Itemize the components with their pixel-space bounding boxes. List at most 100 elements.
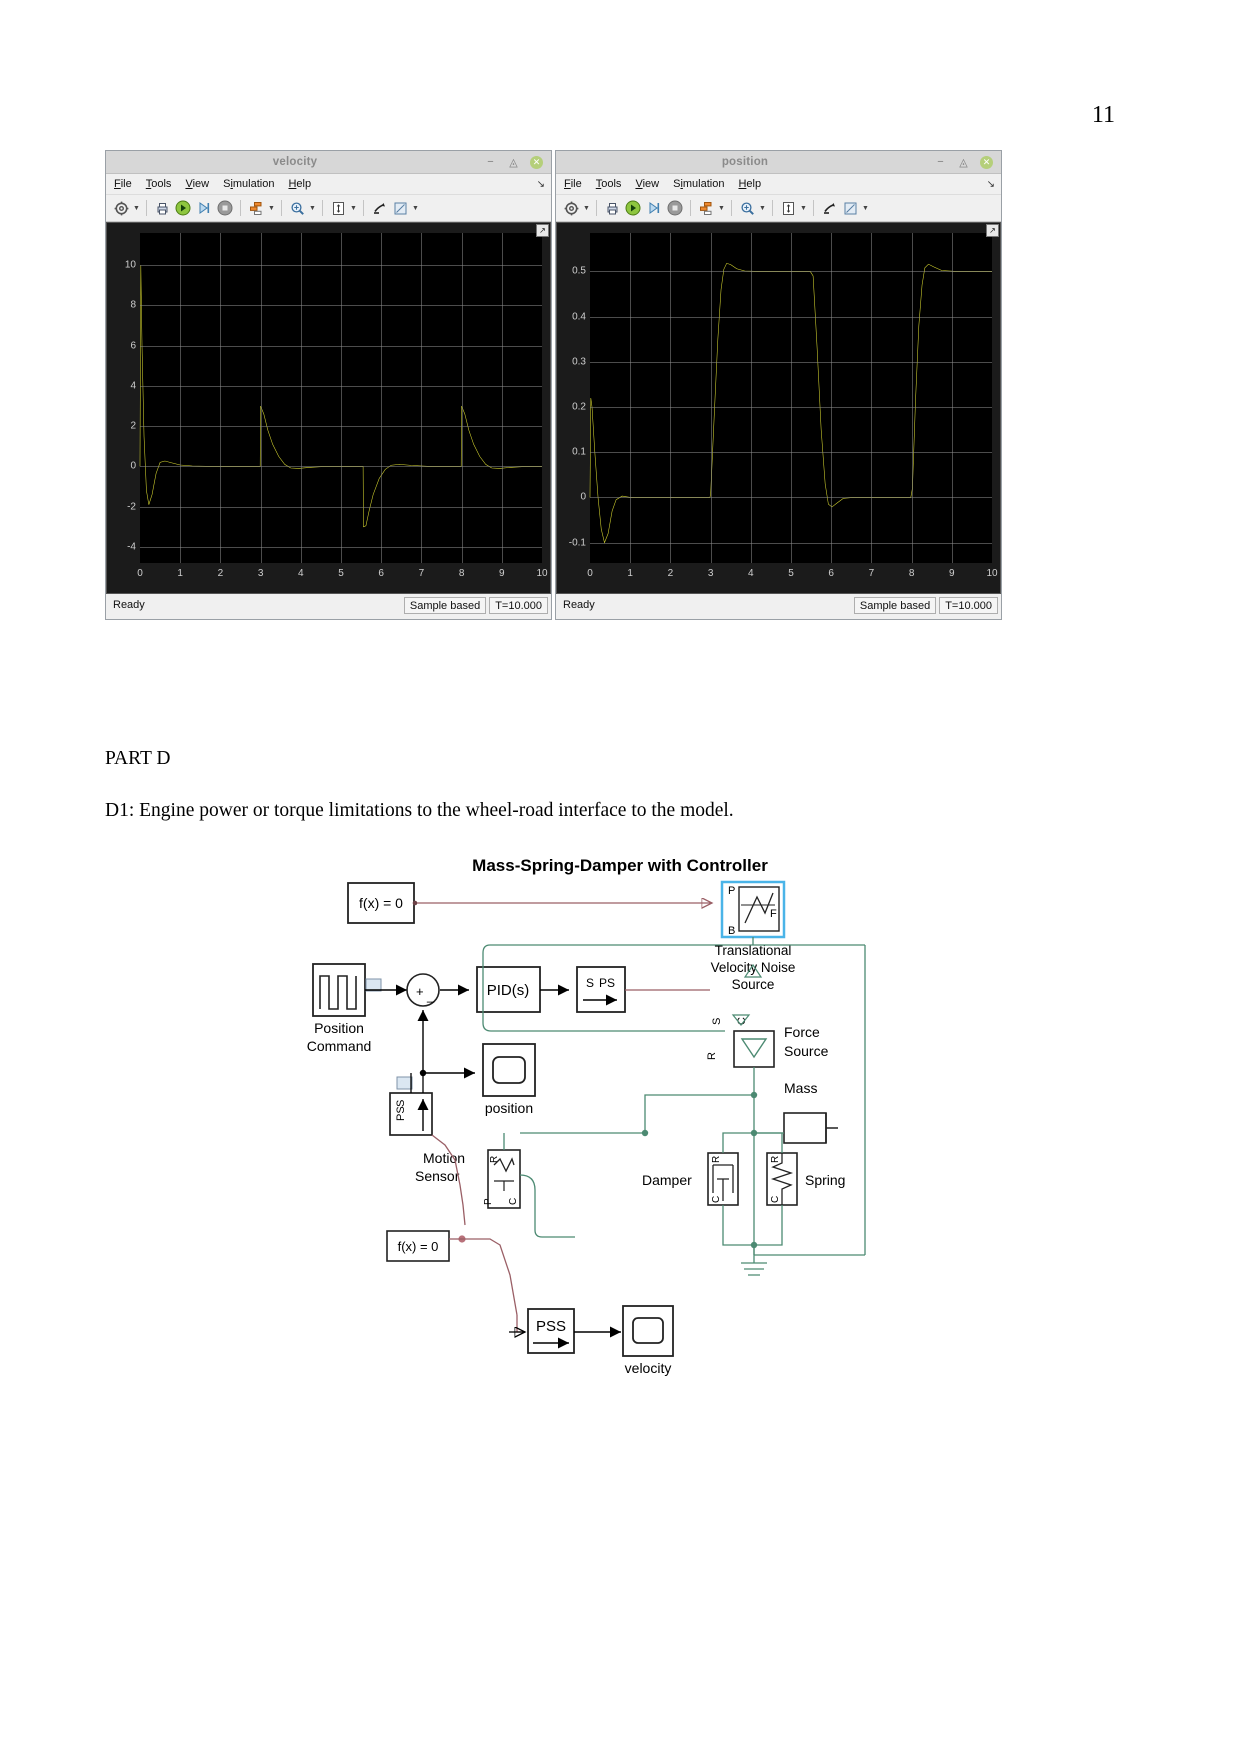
- titlebar-velocity[interactable]: velocity − ◬ ✕: [106, 151, 551, 174]
- status-time-position: T=10.000: [939, 596, 998, 614]
- autoscale-dropdown-caret-icon[interactable]: ▼: [799, 204, 808, 212]
- cursor-measure-icon[interactable]: [819, 198, 839, 218]
- x-tick-label: 4: [298, 568, 304, 579]
- x-tick-label: 2: [217, 568, 224, 579]
- gridline-vertical: [630, 233, 632, 563]
- status-ready-velocity: Ready: [113, 599, 145, 611]
- port-label-p: P: [728, 885, 735, 897]
- sum-minus-label: _: [426, 988, 435, 1003]
- settings-dropdown-caret-icon[interactable]: ▼: [582, 204, 591, 212]
- settings-gear-icon[interactable]: [561, 198, 581, 218]
- simulink-canvas[interactable]: Mass-Spring-Damper with Controller f(x) …: [105, 845, 1135, 1385]
- gridline-vertical: [300, 233, 302, 563]
- dock-arrow-icon[interactable]: ↘: [537, 179, 545, 190]
- dock-arrow-icon[interactable]: ↘: [987, 179, 995, 190]
- window-buttons-velocity[interactable]: − ◬ ✕: [484, 155, 551, 169]
- restore-icon[interactable]: ◬: [507, 156, 520, 169]
- block-pss-label: PSS: [536, 1318, 566, 1335]
- simulink-diagram[interactable]: Mass-Spring-Damper with Controller f(x) …: [105, 845, 1135, 1385]
- diagram-title-main: Mass-Spring-Damper: [472, 856, 643, 875]
- spring-port-r: R: [770, 1156, 781, 1163]
- y-tick-label: 0.1: [572, 446, 586, 458]
- menu-item-help[interactable]: Help: [288, 178, 311, 190]
- print-icon[interactable]: [602, 198, 622, 218]
- autoscale-icon[interactable]: [778, 198, 798, 218]
- x-tick-label: 9: [499, 568, 505, 579]
- gridline-horizontal: [140, 385, 542, 387]
- y-tick-label: 0.2: [572, 401, 586, 413]
- zoom-dropdown-caret-icon[interactable]: ▼: [308, 204, 317, 212]
- signal-port-badge: [365, 978, 382, 992]
- menu-item-tools[interactable]: Tools: [596, 178, 622, 190]
- step-forward-icon[interactable]: [644, 198, 664, 218]
- x-tick-label: 2: [667, 568, 674, 579]
- diagram-title-suffix: with Controller: [643, 856, 768, 875]
- menu-item-simulation[interactable]: Simulation: [223, 178, 274, 190]
- cursor-measure-icon[interactable]: [369, 198, 389, 218]
- scope-window-position[interactable]: position − ◬ ✕ File Tools View Simulatio…: [555, 150, 1002, 620]
- run-icon[interactable]: [173, 198, 193, 218]
- layout-dropdown-caret-icon[interactable]: ▼: [267, 204, 276, 212]
- settings-dropdown-caret-icon[interactable]: ▼: [132, 204, 141, 212]
- autoscale-dropdown-caret-icon[interactable]: ▼: [349, 204, 358, 212]
- menu-item-file[interactable]: File: [114, 178, 132, 190]
- gridline-vertical: [911, 233, 913, 563]
- y-tick-label: 6: [130, 340, 136, 352]
- zoom-dropdown-caret-icon[interactable]: ▼: [758, 204, 767, 212]
- block-mass[interactable]: [783, 1112, 827, 1144]
- y-tick-label: 0: [130, 460, 136, 472]
- stop-icon[interactable]: [215, 198, 235, 218]
- plot-area-velocity[interactable]: ↗ 0 1 2 3 4 5 6 7 8 9 10 -4 -2 0 2 4 6 8 10: [106, 222, 551, 594]
- menu-item-file[interactable]: File: [564, 178, 582, 190]
- autoscale-icon[interactable]: [328, 198, 348, 218]
- titlebar-position[interactable]: position − ◬ ✕: [556, 151, 1001, 174]
- window-title-velocity: velocity: [272, 156, 318, 168]
- layout-icon[interactable]: [246, 198, 266, 218]
- window-buttons-position[interactable]: − ◬ ✕: [934, 155, 1001, 169]
- zoom-in-icon[interactable]: [287, 198, 307, 218]
- x-tick-label: 7: [868, 568, 875, 579]
- mass-port-icon: [825, 1113, 838, 1143]
- x-tick-label: 0: [137, 568, 143, 579]
- close-icon[interactable]: ✕: [980, 155, 993, 169]
- layout-dropdown-caret-icon[interactable]: ▼: [717, 204, 726, 212]
- settings-gear-icon[interactable]: [111, 198, 131, 218]
- toolbar-position[interactable]: ▼ ▼ ▼ ▼ ▼: [556, 195, 1001, 222]
- signal-port-badge: [396, 1076, 413, 1090]
- menu-item-view[interactable]: View: [185, 178, 209, 190]
- toolbar-velocity[interactable]: ▼ ▼ ▼ ▼ ▼: [106, 195, 551, 222]
- close-icon[interactable]: ✕: [530, 155, 543, 169]
- minimize-icon[interactable]: −: [934, 156, 947, 169]
- measurement-icon[interactable]: [840, 198, 860, 218]
- sensor-port-p: P: [483, 1198, 494, 1205]
- plot-area-position[interactable]: ↗ 0 1 2 3 4 5 6 7 8 9 10 -0.1 0 0.1 0.2 0.3 0.4 0.5: [556, 222, 1001, 594]
- zoom-in-icon[interactable]: [737, 198, 757, 218]
- x-tick-label: 10: [536, 568, 548, 579]
- menu-item-view[interactable]: View: [635, 178, 659, 190]
- measurement-icon[interactable]: [390, 198, 410, 218]
- toolbar-separator: [731, 200, 732, 216]
- print-icon[interactable]: [152, 198, 172, 218]
- y-tick-label: 4: [130, 380, 136, 392]
- menubar-position[interactable]: File Tools View Simulation Help ↘: [556, 174, 1001, 195]
- gridline-horizontal: [590, 271, 992, 273]
- measurement-dropdown-caret-icon[interactable]: ▼: [411, 204, 420, 212]
- layout-icon[interactable]: [696, 198, 716, 218]
- scope-window-velocity[interactable]: velocity − ◬ ✕ File Tools View Simulatio…: [105, 150, 552, 620]
- run-icon[interactable]: [623, 198, 643, 218]
- restore-icon[interactable]: ◬: [957, 156, 970, 169]
- pin-toolstrip-icon[interactable]: ↗: [986, 224, 999, 237]
- menubar-velocity[interactable]: File Tools View Simulation Help ↘: [106, 174, 551, 195]
- block-force-source[interactable]: [733, 1030, 775, 1068]
- x-tick-label: 5: [788, 568, 794, 579]
- toolbar-separator: [146, 200, 147, 216]
- menu-item-tools[interactable]: Tools: [146, 178, 172, 190]
- x-tick-label: 6: [378, 568, 384, 579]
- stop-icon[interactable]: [665, 198, 685, 218]
- minimize-icon[interactable]: −: [484, 156, 497, 169]
- menu-item-help[interactable]: Help: [738, 178, 761, 190]
- step-forward-icon[interactable]: [194, 198, 214, 218]
- measurement-dropdown-caret-icon[interactable]: ▼: [861, 204, 870, 212]
- pin-toolstrip-icon[interactable]: ↗: [536, 224, 549, 237]
- menu-item-simulation[interactable]: Simulation: [673, 178, 724, 190]
